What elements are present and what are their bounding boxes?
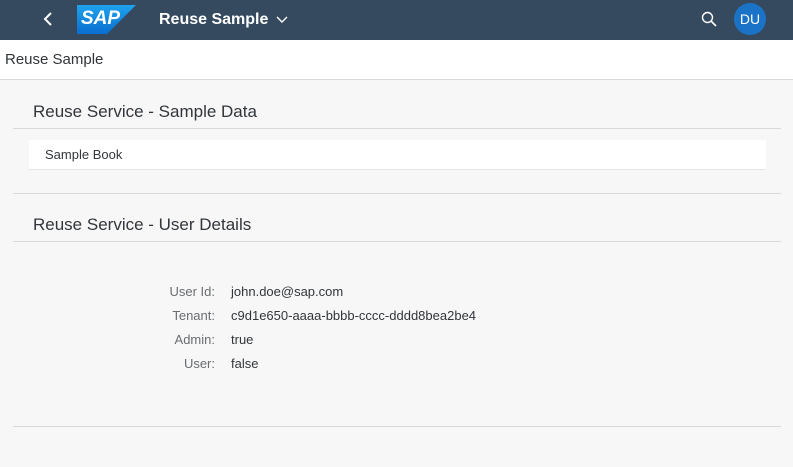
sample-data-title: Reuse Service - Sample Data bbox=[33, 102, 257, 121]
tenant-label: Tenant: bbox=[172, 308, 215, 323]
list-item-label: Sample Book bbox=[45, 147, 123, 162]
sap-logo[interactable]: SAP bbox=[77, 5, 136, 34]
search-icon bbox=[701, 11, 717, 27]
page-title: Reuse Sample bbox=[5, 51, 104, 68]
shell-bar: SAP Reuse Sample DU bbox=[0, 0, 793, 40]
user-id-value: john.doe@sap.com bbox=[231, 284, 344, 299]
user-details-title: Reuse Service - User Details bbox=[33, 215, 252, 234]
sap-logo-text: SAP bbox=[81, 8, 121, 29]
form-row-user-id: User Id: john.doe@sap.com bbox=[0, 284, 793, 308]
user-id-label: User Id: bbox=[169, 284, 215, 299]
section-divider bbox=[13, 426, 781, 427]
search-button[interactable] bbox=[696, 6, 722, 32]
admin-value: true bbox=[231, 332, 254, 347]
section-divider bbox=[13, 128, 781, 129]
user-value: false bbox=[231, 356, 259, 371]
app-title-menu[interactable]: Reuse Sample bbox=[159, 0, 288, 40]
tenant-value: c9d1e650-aaaa-bbbb-cccc-dddd8bea2be4 bbox=[231, 308, 477, 323]
page-header: Reuse Sample bbox=[0, 40, 793, 80]
form-row-user: User: false bbox=[0, 356, 793, 380]
app-title: Reuse Sample bbox=[159, 11, 269, 28]
admin-label: Admin: bbox=[174, 332, 215, 347]
chevron-left-icon bbox=[43, 12, 52, 26]
chevron-down-icon bbox=[276, 16, 288, 24]
user-details-form: User Id: john.doe@sap.com Tenant: c9d1e6… bbox=[0, 284, 793, 380]
section-divider bbox=[13, 241, 781, 242]
user-avatar[interactable]: DU bbox=[734, 3, 766, 35]
list-item[interactable]: Sample Book bbox=[29, 140, 766, 170]
form-row-tenant: Tenant: c9d1e650-aaaa-bbbb-cccc-dddd8bea… bbox=[0, 308, 793, 332]
back-button[interactable] bbox=[34, 4, 62, 34]
user-label: User: bbox=[183, 356, 215, 371]
form-row-admin: Admin: true bbox=[0, 332, 793, 356]
section-divider bbox=[13, 193, 781, 194]
